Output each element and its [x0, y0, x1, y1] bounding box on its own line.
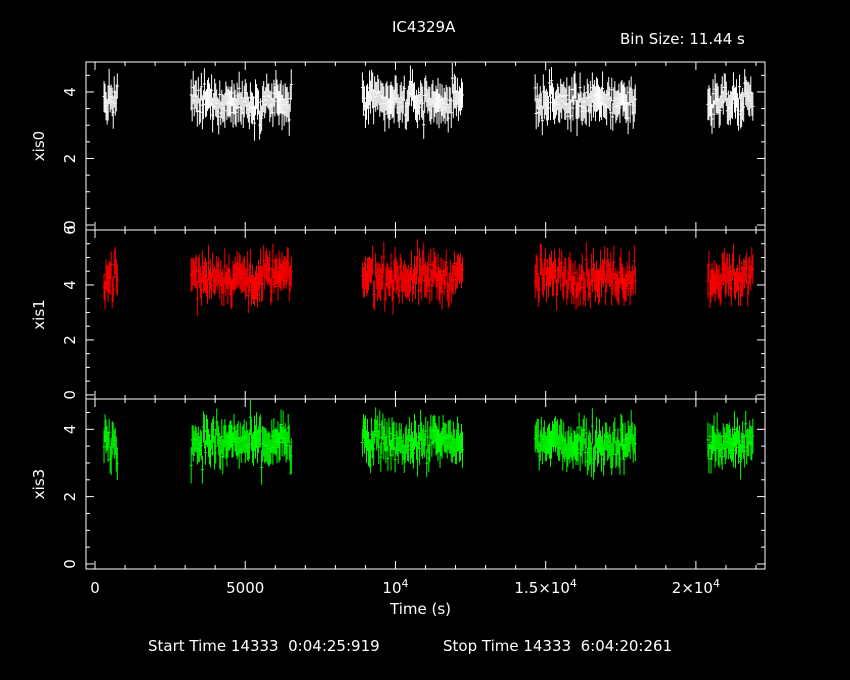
x-tick-label: 5000: [226, 579, 264, 597]
x-tick-label: 0: [90, 579, 100, 597]
y-tick-label: 0: [61, 390, 79, 400]
panel-frame-xis1: [85, 229, 766, 400]
x-tick-label: 1.5×104: [514, 577, 577, 597]
lightcurve-plot: 024xis00246xis1024xis30 5000 104 1.5×104 2×1…: [30, 61, 766, 597]
y-axis-label-xis0: xis0: [30, 131, 48, 161]
y-tick-label: 2: [61, 335, 79, 345]
y-tick-label: 2: [61, 154, 79, 164]
start-time-label: Start Time 14333 0:04:25:919: [148, 637, 380, 655]
y-axis-label-xis1: xis1: [30, 299, 48, 329]
x-tick-label: 2×104: [672, 577, 720, 597]
x-tick-label: 104: [382, 577, 408, 597]
y-axis-label-xis3: xis3: [30, 469, 48, 499]
y-tick-label: 4: [61, 280, 79, 290]
y-tick-label: 0: [61, 559, 79, 569]
x-axis-label: Time (s): [390, 600, 451, 618]
y-tick-label: 6: [61, 225, 79, 235]
y-tick-label: 4: [61, 425, 79, 435]
bin-size-label: Bin Size: 11.44 s: [620, 30, 745, 48]
stop-time-label: Stop Time 14333 6:04:20:261: [443, 637, 673, 655]
y-tick-label: 2: [61, 492, 79, 502]
chart-title: IC4329A: [392, 18, 456, 36]
y-tick-label: 4: [61, 87, 79, 97]
